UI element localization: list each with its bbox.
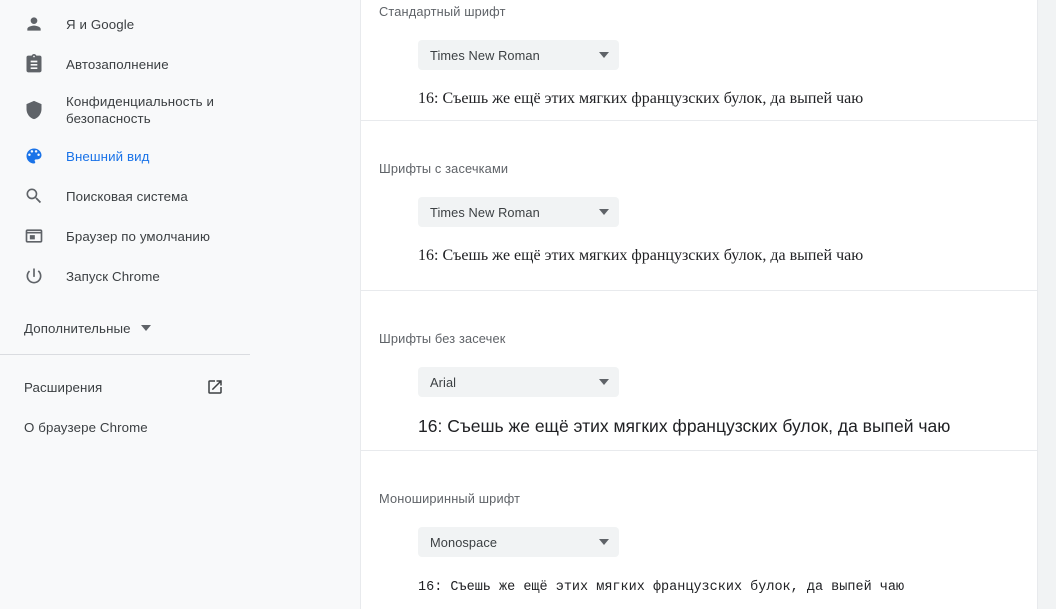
sans-serif-font-select[interactable]: Arial [418, 367, 619, 397]
shield-icon [24, 100, 44, 120]
section-sans-serif-font: Шрифты без засечек Arial 16: Съешь же ещ… [361, 290, 1037, 450]
clipboard-icon [24, 54, 44, 74]
sidebar-advanced-label: Дополнительные [24, 320, 131, 336]
sidebar-advanced-expander[interactable]: Дополнительные [0, 306, 250, 350]
settings-content: Стандартный шрифт Times New Roman 16: Съ… [360, 0, 1056, 609]
search-icon [24, 186, 44, 206]
select-value: Times New Roman [430, 204, 540, 220]
fonts-card: Стандартный шрифт Times New Roman 16: Съ… [360, 0, 1038, 609]
sidebar-item-privacy-and-security[interactable]: Конфиденциальность и безопасность [0, 84, 360, 136]
section-serif-font: Шрифты с засечками Times New Roman 16: С… [361, 120, 1037, 290]
sidebar-item-label: О браузере Chrome [24, 419, 148, 435]
sidebar-item-on-startup[interactable]: Запуск Chrome [0, 256, 360, 296]
select-value: Arial [430, 374, 457, 390]
sidebar-item-label: Поисковая система [66, 188, 188, 204]
section-label: Стандартный шрифт [379, 4, 506, 19]
person-icon [24, 14, 44, 34]
standard-font-sample: 16: Съешь же ещё этих мягких французских… [418, 90, 864, 107]
section-label: Шрифты без засечек [379, 331, 506, 346]
sidebar-item-label: Браузер по умолчанию [66, 228, 211, 244]
monospace-font-select-wrap: Monospace [418, 527, 1037, 557]
sidebar-divider [0, 354, 250, 355]
monospace-font-sample: 16: Съешь же ещё этих мягких французских… [418, 580, 905, 595]
sidebar-item-autofill[interactable]: Автозаполнение [0, 44, 360, 84]
select-value: Times New Roman [430, 47, 540, 63]
palette-icon [24, 146, 44, 166]
sidebar-item-extensions[interactable]: Расширения [0, 367, 250, 407]
power-icon [24, 266, 44, 286]
external-link-icon [206, 378, 224, 396]
select-value: Monospace [430, 534, 498, 550]
sidebar-item-label: Автозаполнение [66, 56, 169, 72]
sidebar-item-you-and-google[interactable]: Я и Google [0, 4, 360, 44]
sidebar-item-about-chrome[interactable]: О браузере Chrome [0, 407, 250, 447]
standard-font-select[interactable]: Times New Roman [418, 40, 619, 70]
chevron-down-icon [599, 209, 609, 215]
chevron-down-icon [599, 52, 609, 58]
content-right-gutter [1038, 0, 1056, 609]
standard-font-select-wrap: Times New Roman [418, 40, 1037, 70]
sidebar-item-label: Конфиденциальность и безопасность [66, 94, 214, 126]
sidebar-item-label: Я и Google [66, 16, 135, 32]
serif-font-sample: 16: Съешь же ещё этих мягких французских… [418, 247, 864, 264]
sidebar-item-label: Расширения [24, 379, 103, 395]
sidebar-item-appearance[interactable]: Внешний вид [0, 136, 360, 176]
section-monospace-font: Моноширинный шрифт Monospace 16: Съешь ж… [361, 450, 1037, 609]
chevron-down-icon [140, 325, 151, 331]
sidebar-item-label: Запуск Chrome [66, 268, 160, 284]
chevron-down-icon [599, 379, 609, 385]
sidebar-item-label: Внешний вид [66, 148, 150, 164]
settings-sidebar: Я и Google Автозаполнение Конфиденциальн… [0, 0, 360, 609]
monospace-font-select[interactable]: Monospace [418, 527, 619, 557]
section-label: Шрифты с засечками [379, 161, 509, 176]
chevron-down-icon [599, 539, 609, 545]
sidebar-item-default-browser[interactable]: Браузер по умолчанию [0, 216, 360, 256]
settings-page: Я и Google Автозаполнение Конфиденциальн… [0, 0, 1056, 609]
sidebar-item-search-engine[interactable]: Поисковая система [0, 176, 360, 216]
sans-serif-font-sample: 16: Съешь же ещё этих мягких французских… [418, 416, 951, 436]
section-standard-font: Стандартный шрифт Times New Roman 16: Съ… [361, 0, 1037, 120]
serif-font-select[interactable]: Times New Roman [418, 197, 619, 227]
browser-icon [24, 226, 44, 246]
serif-font-select-wrap: Times New Roman [418, 197, 1037, 227]
section-label: Моноширинный шрифт [379, 491, 521, 506]
sans-serif-font-select-wrap: Arial [418, 367, 1037, 397]
